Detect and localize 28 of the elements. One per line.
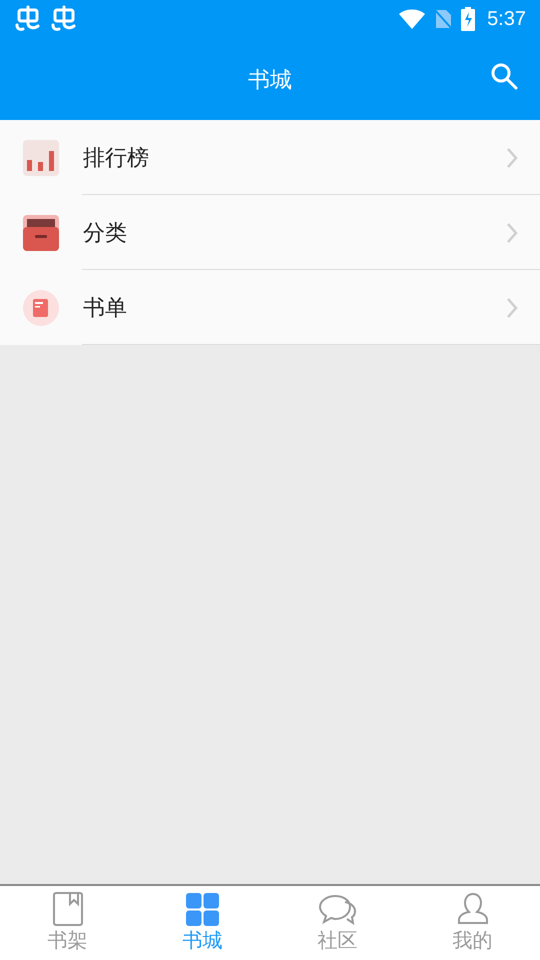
menu-item[interactable]: 排行榜 bbox=[0, 120, 540, 195]
page-title: 书城 bbox=[248, 66, 292, 94]
menu-label: 排行榜 bbox=[83, 144, 150, 172]
menu-item[interactable]: 分类 bbox=[0, 195, 540, 270]
nav-tab[interactable]: 书架 bbox=[0, 886, 135, 960]
app-notification-icon bbox=[14, 5, 42, 33]
wifi-icon bbox=[399, 9, 426, 29]
drawer-icon bbox=[23, 214, 59, 250]
menu-label: 分类 bbox=[83, 219, 128, 247]
chevron-right-icon bbox=[506, 296, 518, 318]
person-icon bbox=[456, 892, 490, 926]
bookmark-book-icon bbox=[52, 892, 84, 926]
chevron-right-icon bbox=[506, 222, 518, 244]
nav-tab[interactable]: 书城 bbox=[135, 886, 270, 960]
book-icon bbox=[23, 290, 59, 326]
no-sim-icon bbox=[433, 8, 454, 30]
app-notification-icon bbox=[50, 5, 78, 33]
grid-icon bbox=[186, 893, 219, 926]
battery-charging-icon bbox=[461, 7, 476, 31]
search-icon bbox=[490, 62, 518, 90]
status-time: 5:37 bbox=[487, 7, 526, 32]
menu-label: 书单 bbox=[83, 294, 128, 322]
chat-bubbles-icon bbox=[318, 894, 358, 926]
chevron-right-icon bbox=[506, 146, 518, 168]
nav-tab[interactable]: 社区 bbox=[270, 886, 405, 960]
menu-item[interactable]: 书单 bbox=[0, 270, 540, 345]
nav-tab[interactable]: 我的 bbox=[405, 886, 540, 960]
bar-chart-icon bbox=[23, 140, 59, 176]
